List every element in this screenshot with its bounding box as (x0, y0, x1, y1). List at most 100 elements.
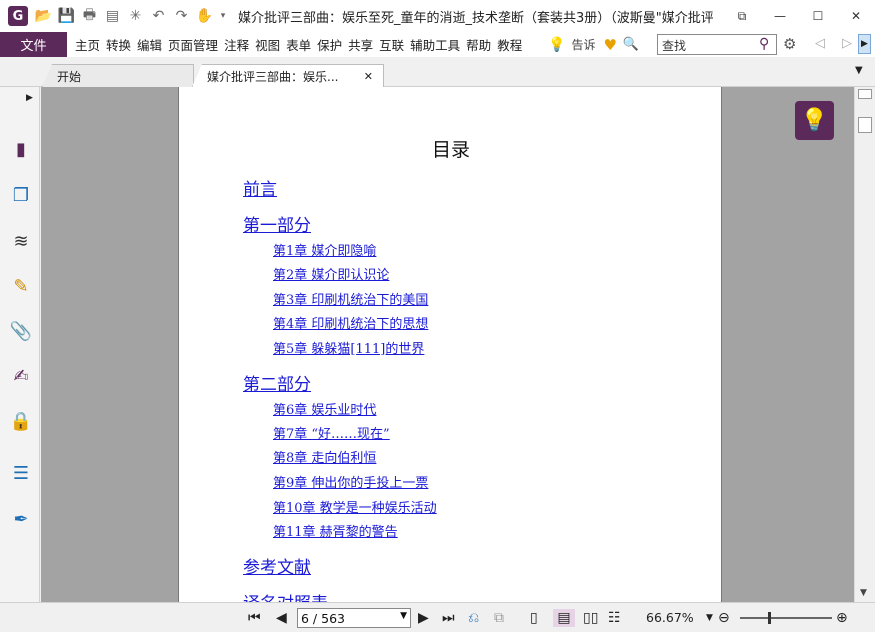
form-fields-icon[interactable]: ☰ (9, 461, 33, 485)
menu-item[interactable]: 共享 (345, 35, 376, 54)
menu-item[interactable]: 页面管理 (165, 35, 221, 54)
quick-access-toolbar: 📂 💾 🖶 ▤ ✳ ↶ ↷ ✋ ▾ (34, 7, 228, 26)
attachments-icon[interactable]: 📎 (9, 319, 33, 343)
window-title: 媒介批评三部曲：娱乐至死_童年的消逝_技术垄断（套装共3册）（波斯曼"媒介批评三… (238, 10, 713, 26)
previous-view-icon[interactable]: ⎌ (468, 609, 479, 627)
continuous-page-icon[interactable]: ▤ (553, 609, 575, 627)
zoom-slider[interactable] (740, 612, 832, 624)
app-logo-icon[interactable]: G (8, 6, 28, 26)
page-indicator: 6 / 563 (301, 611, 345, 626)
certificate-icon[interactable]: ✒ (9, 507, 33, 531)
close-button[interactable]: ✕ (837, 0, 875, 32)
search-icon[interactable]: ⚲ (759, 36, 769, 52)
toc-heading: 目录 (431, 139, 470, 161)
menu-item[interactable]: 表单 (283, 35, 314, 54)
pages-icon[interactable]: ❐ (9, 183, 33, 207)
redo-icon[interactable]: ↷ (172, 7, 191, 26)
zoom-level[interactable]: 66.67% (646, 610, 694, 625)
lightbulb-icon[interactable]: 💡 (548, 37, 565, 53)
file-menu-button[interactable]: 文件 (0, 32, 67, 57)
heart-icon[interactable]: ♥ (603, 36, 616, 54)
previous-page-icon[interactable]: ◀ (276, 609, 287, 627)
signature-icon[interactable]: ✍ (9, 364, 33, 388)
toc-chapter-link[interactable]: 第6章 娱乐业时代 (273, 399, 376, 418)
page-number-input[interactable]: 6 / 563 ▼ (297, 608, 411, 628)
menu-bar: 文件 主页 转换 编辑 页面管理 注释 视图 表单 保护 共享 互联 辅助工具 帮助 教程 💡 告诉 ♥… (0, 32, 875, 57)
settings-gear-icon[interactable]: ⚙ (783, 35, 796, 53)
toc-chapter-link[interactable]: 第9章 伸出你的手投上一票 (273, 472, 428, 491)
menu-item[interactable]: 编辑 (134, 35, 165, 54)
pdf-page: 目录 前言第一部分第1章 媒介即隐喻 第2章 媒介即认识论第3章 印刷机统治下的美… (178, 87, 722, 602)
menu-item[interactable]: 帮助 (463, 35, 494, 54)
menu-item[interactable]: 主页 (72, 35, 103, 54)
restore-small-icon[interactable]: ⧉ (723, 0, 761, 32)
menu-item[interactable]: 注释 (221, 35, 252, 54)
toc-chapter-link[interactable]: 第3章 印刷机统治下的美国 (273, 289, 428, 308)
back-arrow-icon[interactable]: ◁ (815, 36, 825, 51)
menu-item[interactable]: 保护 (314, 35, 345, 54)
continuous-facing-icon[interactable]: ☷ (608, 609, 621, 627)
menu-item[interactable]: 辅助工具 (407, 35, 463, 54)
toc-section-link[interactable]: 第二部分 (243, 370, 311, 395)
scroll-down-icon[interactable]: ▼ (860, 588, 867, 598)
scroll-up-button[interactable] (858, 89, 872, 99)
next-view-icon[interactable]: ⧉ (494, 609, 504, 627)
page-thumbnails-icon[interactable]: ▮ (9, 137, 33, 161)
layers-icon[interactable]: ≋ (9, 229, 33, 253)
scroll-thumb[interactable] (858, 117, 872, 133)
menu-item[interactable]: 转换 (103, 35, 134, 54)
zoom-slider-knob[interactable] (768, 612, 771, 624)
forward-arrow-icon[interactable]: ▷ (842, 36, 852, 51)
first-page-icon[interactable]: ⏮ (248, 609, 261, 627)
status-bar: ⏮ ◀ 6 / 563 ▼ ▶ ⏭ ⎌ ⧉ ▯ ▤ ▯▯ ☷ 66.67% ▼ … (0, 602, 875, 632)
ribbon-expand-button[interactable]: ▶ (858, 34, 871, 54)
minimize-button[interactable]: — (761, 0, 799, 32)
menu-item[interactable]: 互联 (376, 35, 407, 54)
tab-close-icon[interactable]: ✕ (364, 70, 373, 83)
zoom-dropdown-icon[interactable]: ▼ (706, 609, 713, 627)
menu-item[interactable]: 视图 (252, 35, 283, 54)
menu-item[interactable]: 教程 (494, 35, 525, 54)
last-page-icon[interactable]: ⏭ (442, 609, 455, 627)
toc-chapter-link[interactable]: 第1章 媒介即隐喻 (273, 240, 376, 259)
tab-start[interactable]: 开始 (42, 64, 194, 87)
toc-section-link[interactable]: 参考文献 (243, 553, 311, 578)
find-icon[interactable]: 🔍 (623, 37, 639, 52)
tips-lightbulb-button[interactable]: 💡 (795, 101, 834, 140)
customize-dropdown-icon[interactable]: ▾ (218, 7, 228, 26)
toc-chapter-link[interactable]: 第7章 “好……现在” (273, 423, 390, 442)
toc-section-link[interactable]: 前言 (243, 175, 277, 200)
new-document-icon[interactable]: ✳ (126, 7, 145, 26)
facing-pages-icon[interactable]: ▯▯ (583, 609, 598, 627)
comments-icon[interactable]: ✎ (9, 274, 33, 298)
toc-section-link[interactable]: 译名对照表 (243, 589, 328, 602)
zoom-out-icon[interactable]: ⊖ (718, 609, 730, 627)
toc-section-link[interactable]: 第一部分 (243, 211, 311, 236)
menu-items: 主页 转换 编辑 页面管理 注释 视图 表单 保护 共享 互联 辅助工具 帮助 教程 (72, 35, 525, 54)
open-folder-icon[interactable]: 📂 (34, 7, 53, 26)
zoom-in-icon[interactable]: ⊕ (836, 609, 848, 627)
save-icon[interactable]: 💾 (57, 7, 76, 26)
toc-chapter-link[interactable]: 第4章 印刷机统治下的思想 (273, 313, 428, 332)
undo-icon[interactable]: ↶ (149, 7, 168, 26)
toc-chapter-link[interactable]: 第2章 媒介即认识论 (273, 264, 389, 283)
single-page-icon[interactable]: ▯ (530, 609, 538, 627)
scan-icon[interactable]: ▤ (103, 7, 122, 26)
toc-chapter-link[interactable]: 第5章 躲躲猫[111]的世界 (273, 338, 424, 357)
next-page-icon[interactable]: ▶ (418, 609, 429, 627)
security-lock-icon[interactable]: 🔒 (9, 409, 33, 433)
vertical-scrollbar[interactable]: ▼ (854, 87, 875, 602)
document-tabs: 开始 媒介批评三部曲：娱乐... ✕ ▼ (0, 57, 875, 87)
tabs-dropdown-icon[interactable]: ▼ (855, 65, 863, 76)
print-icon[interactable]: 🖶 (80, 7, 99, 26)
toc-chapter-link[interactable]: 第11章 赫胥黎的警告 (273, 521, 398, 540)
panel-expand-icon[interactable]: ▶ (26, 93, 33, 103)
toc-chapter-link[interactable]: 第10章 教学是一种娱乐活动 (273, 497, 437, 516)
document-viewer[interactable]: 目录 前言第一部分第1章 媒介即隐喻 第2章 媒介即认识论第3章 印刷机统治下的美… (41, 87, 854, 602)
tab-document[interactable]: 媒介批评三部曲：娱乐... ✕ (192, 64, 384, 87)
page-dropdown-icon[interactable]: ▼ (400, 611, 407, 621)
toc-chapter-link[interactable]: 第8章 走向伯利恒 (273, 447, 376, 466)
maximize-button[interactable]: ☐ (799, 0, 837, 32)
hand-tool-icon[interactable]: ✋ (195, 7, 214, 26)
tell-me-label[interactable]: 告诉 (571, 36, 595, 53)
